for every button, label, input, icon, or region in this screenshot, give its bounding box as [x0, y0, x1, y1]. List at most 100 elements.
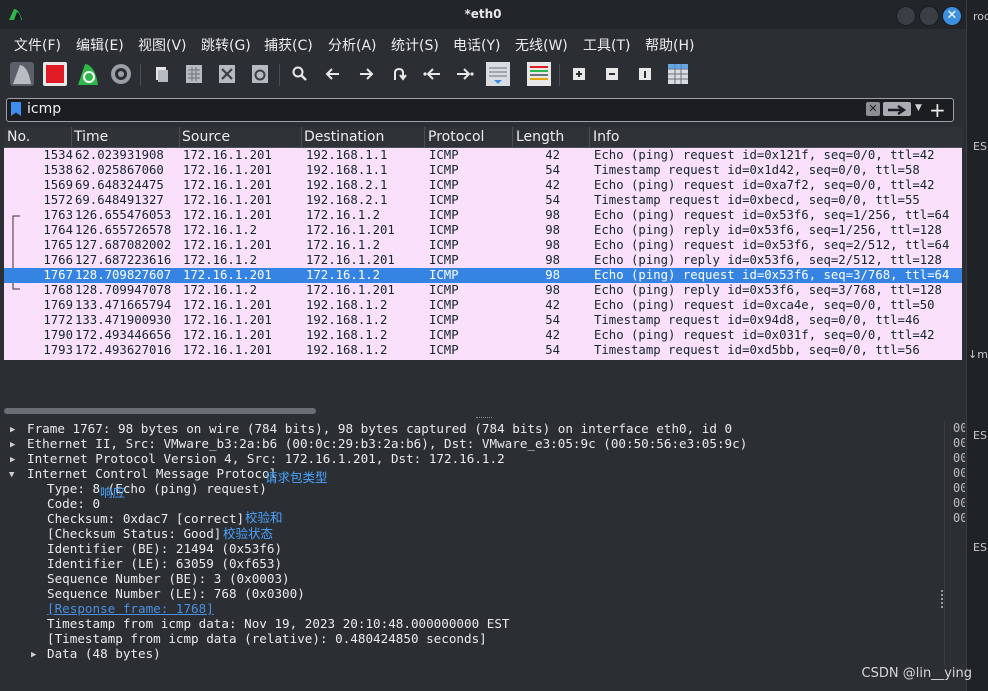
packet-row[interactable]: 1766 127.687223616 172.16.1.2 172.16.1.201 I… — [4, 253, 962, 268]
restart-capture-button[interactable] — [75, 61, 101, 87]
field-identifier-be[interactable]: Identifier (BE): 21494 (0x53f6) — [47, 541, 282, 556]
go-to-packet-button[interactable] — [386, 61, 412, 87]
menu-edit[interactable]: 编辑(E) — [76, 35, 124, 55]
horizontal-scrollbar[interactable] — [4, 408, 316, 414]
menu-capture[interactable]: 捕获(C) — [264, 35, 313, 55]
chevron-down-icon[interactable]: ▼ — [915, 103, 922, 113]
column-divider[interactable] — [424, 127, 425, 147]
add-filter-button[interactable]: + — [929, 98, 946, 122]
column-divider[interactable] — [512, 127, 513, 147]
menu-statistics[interactable]: 统计(S) — [391, 35, 439, 55]
colorize-button[interactable] — [526, 61, 552, 87]
normal-size-button[interactable] — [632, 61, 658, 87]
capture-options-button[interactable] — [108, 61, 134, 87]
next-packet-button[interactable] — [353, 61, 379, 87]
column-destination[interactable]: Destination — [304, 129, 384, 145]
minimize-button[interactable] — [896, 6, 916, 26]
tree-item-icmp[interactable]: Internet Control Message Protocol — [27, 466, 277, 481]
expand-arrow-icon[interactable]: ▶ — [10, 455, 15, 465]
display-filter-input[interactable] — [27, 100, 847, 118]
clear-filter-button[interactable]: ✕ — [866, 102, 880, 116]
packet-row[interactable]: 1768 128.709947078 172.16.1.2 172.16.1.201 I… — [4, 283, 962, 298]
menu-help[interactable]: 帮助(H) — [645, 35, 694, 55]
packet-bytes-pane[interactable]: 00 00 00 00 00 00 00 — [944, 421, 965, 666]
find-packet-button[interactable] — [287, 61, 313, 87]
packet-row[interactable]: 1569 69.648324475 172.16.1.201 192.168.2.1 I… — [4, 178, 962, 193]
column-info[interactable]: Info — [593, 129, 620, 145]
menu-telephony[interactable]: 电话(Y) — [453, 35, 500, 55]
reload-file-button[interactable] — [247, 61, 273, 87]
expand-arrow-icon[interactable]: ▶ — [10, 425, 15, 435]
column-protocol[interactable]: Protocol — [428, 129, 484, 145]
start-capture-button[interactable] — [9, 61, 35, 87]
packet-row[interactable]: 1763 126.655476053 172.16.1.201 172.16.1.2 I… — [4, 208, 962, 223]
tree-item-data[interactable]: Data (48 bytes) — [47, 646, 161, 661]
open-file-button[interactable] — [148, 61, 174, 87]
field-checksum-status[interactable]: [Checksum Status: Good] — [47, 526, 221, 541]
field-seq-be[interactable]: Sequence Number (BE): 3 (0x0003) — [47, 571, 290, 586]
field-type[interactable]: Type: 8 (Echo (ping) request) — [47, 481, 267, 496]
collapse-arrow-icon[interactable]: ▼ — [9, 470, 14, 480]
menu-go[interactable]: 跳转(G) — [201, 35, 251, 55]
column-divider[interactable] — [179, 127, 180, 147]
response-frame-link[interactable]: [Response frame: 1768] — [47, 601, 214, 616]
close-button[interactable]: ✕ — [942, 6, 962, 26]
last-packet-button[interactable] — [452, 61, 478, 87]
field-seq-le[interactable]: Sequence Number (LE): 768 (0x0300) — [47, 586, 305, 601]
packet-row-selected[interactable]: 1767 128.709827607 172.16.1.201 172.16.1.2 I… — [4, 268, 962, 283]
field-identifier-le[interactable]: Identifier (LE): 63059 (0xf653) — [47, 556, 282, 571]
menu-file[interactable]: 文件(F) — [14, 35, 61, 55]
packet-row[interactable]: 1765 127.687082002 172.16.1.201 172.16.1.2 I… — [4, 238, 962, 253]
column-divider[interactable] — [301, 127, 302, 147]
hex-offset: 00 — [953, 496, 965, 510]
packet-row[interactable]: 1772 133.471900930 172.16.1.201 192.168.1.2… — [4, 313, 962, 328]
column-source[interactable]: Source — [182, 129, 230, 145]
previous-packet-button[interactable] — [320, 61, 346, 87]
packet-row[interactable]: 1572 69.648491327 172.16.1.201 192.168.2.1 I… — [4, 193, 962, 208]
vertical-splitter-handle[interactable] — [941, 590, 946, 608]
field-checksum[interactable]: Checksum: 0xdac7 [correct] — [47, 511, 244, 526]
packet-row[interactable]: 1769 133.471665794 172.16.1.201 192.168.1.2… — [4, 298, 962, 313]
stop-capture-button[interactable] — [42, 61, 68, 87]
zoom-in-icon — [573, 68, 585, 80]
maximize-button[interactable] — [919, 6, 939, 26]
packet-list[interactable]: 1534 62.023931908 172.16.1.201 192.168.1.1 I… — [4, 148, 962, 360]
zoom-in-button[interactable] — [566, 61, 592, 87]
column-no[interactable]: No. — [7, 129, 30, 145]
tree-item-frame[interactable]: Frame 1767: 98 bytes on wire (784 bits),… — [27, 421, 732, 436]
tree-item-ip[interactable]: Internet Protocol Version 4, Src: 172.16… — [27, 451, 505, 466]
close-file-button[interactable] — [214, 61, 240, 87]
cell-dst: 192.168.1.2 — [306, 328, 388, 342]
packet-row[interactable]: 1538 62.025867060 172.16.1.201 192.168.1.1 I… — [4, 163, 962, 178]
cell-info: Echo (ping) reply id=0x53f6, seq=1/256, … — [594, 223, 942, 237]
autoscroll-button[interactable] — [485, 61, 511, 87]
packet-row[interactable]: 1534 62.023931908 172.16.1.201 192.168.1.1 I… — [4, 148, 962, 163]
column-time[interactable]: Time — [74, 129, 108, 145]
apply-filter-button[interactable] — [883, 102, 911, 116]
column-divider[interactable] — [589, 127, 590, 147]
expand-arrow-icon[interactable]: ▶ — [31, 650, 36, 660]
field-timestamp[interactable]: Timestamp from icmp data: Nov 19, 2023 2… — [47, 616, 510, 631]
field-timestamp-relative[interactable]: [Timestamp from icmp data (relative): 0.… — [47, 631, 487, 646]
packet-row[interactable]: 1764 126.655726578 172.16.1.2 172.16.1.201 I… — [4, 223, 962, 238]
packet-details-tree[interactable]: ▶ Frame 1767: 98 bytes on wire (784 bits… — [4, 421, 940, 666]
menu-wireless[interactable]: 无线(W) — [515, 35, 568, 55]
column-length[interactable]: Length — [516, 129, 564, 145]
field-code[interactable]: Code: 0 — [47, 496, 100, 511]
tree-item-ethernet[interactable]: Ethernet II, Src: VMware_b3:2a:b6 (00:0c… — [27, 436, 747, 451]
bookmark-icon[interactable] — [11, 102, 21, 116]
column-divider[interactable] — [71, 127, 72, 147]
cell-info: Timestamp request id=0x1d42, seq=0/0, tt… — [594, 163, 920, 177]
packet-row[interactable]: 1793 172.493627016 172.16.1.201 192.168.1.2… — [4, 343, 962, 358]
packet-row[interactable]: 1790 172.493446656 172.16.1.201 192.168.1.2… — [4, 328, 962, 343]
expand-arrow-icon[interactable]: ▶ — [10, 440, 15, 450]
resize-columns-button[interactable] — [665, 61, 691, 87]
menu-tools[interactable]: 工具(T) — [583, 35, 630, 55]
zoom-out-button[interactable] — [599, 61, 625, 87]
resize-columns-icon — [668, 64, 688, 84]
save-file-button[interactable] — [181, 61, 207, 87]
menu-view[interactable]: 视图(V) — [138, 35, 187, 55]
first-packet-button[interactable] — [419, 61, 445, 87]
file-close-icon — [219, 65, 235, 83]
menu-analyze[interactable]: 分析(A) — [328, 35, 377, 55]
